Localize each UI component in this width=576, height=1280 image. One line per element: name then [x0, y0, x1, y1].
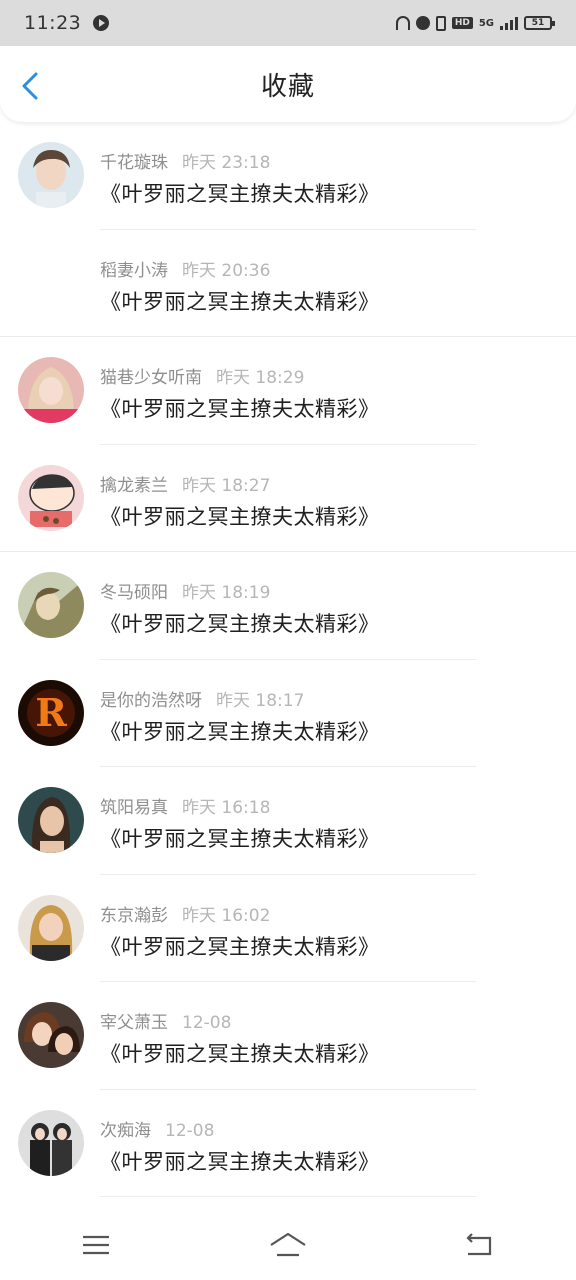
- item-content[interactable]: 《叶罗丽之冥主撩夫太精彩》: [100, 1038, 380, 1068]
- avatar[interactable]: [18, 572, 84, 638]
- alarm-icon: [415, 16, 430, 30]
- item-time: 昨天 20:36: [182, 260, 271, 281]
- item-meta: 千花璇珠 昨天 23:18: [100, 148, 270, 173]
- back-nav-button[interactable]: [450, 1225, 510, 1265]
- system-nav-bar: [0, 1210, 576, 1280]
- home-button[interactable]: [258, 1225, 318, 1265]
- item-content[interactable]: 《叶罗丽之冥主撩夫太精彩》: [100, 1146, 380, 1176]
- item-content[interactable]: 《叶罗丽之冥主撩夫太精彩》: [100, 823, 380, 853]
- user-name[interactable]: 冬马硕阳: [100, 583, 168, 603]
- media-play-icon: [93, 15, 110, 31]
- back-icon: [466, 1233, 492, 1256]
- item-content[interactable]: 《叶罗丽之冥主撩夫太精彩》: [100, 608, 380, 638]
- avatar[interactable]: R: [18, 679, 84, 746]
- avatar[interactable]: [18, 142, 84, 208]
- item-content[interactable]: 《叶罗丽之冥主撩夫太精彩》: [100, 716, 380, 746]
- item-meta: 冬马硕阳 昨天 18:19: [100, 578, 270, 603]
- user-name[interactable]: 次痴海: [100, 1121, 151, 1141]
- avatar[interactable]: [18, 1002, 84, 1068]
- avatar[interactable]: [18, 1109, 84, 1176]
- item-time: 12-08: [182, 1013, 232, 1033]
- hd-icon: HD: [451, 17, 473, 29]
- item-meta: 宰父萧玉 12-08: [100, 1008, 231, 1033]
- svg-text:R: R: [35, 690, 67, 735]
- vibrate-icon: [435, 15, 446, 31]
- item-meta: 东京瀚彭 昨天 16:02: [100, 901, 270, 926]
- avatar[interactable]: [18, 249, 84, 316]
- list-item[interactable]: 筑阳易真 昨天 16:18 《叶罗丽之冥主撩夫太精彩》: [0, 767, 576, 875]
- avatar[interactable]: [18, 357, 84, 423]
- status-time: 11:23: [24, 12, 82, 34]
- item-meta: 稻妻小涛 昨天 20:36: [100, 256, 270, 281]
- user-name[interactable]: 稻妻小涛: [100, 261, 168, 281]
- menu-button[interactable]: [66, 1225, 126, 1265]
- item-time: 昨天 18:27: [182, 475, 271, 496]
- status-bar: 11:23 HD 5G 51: [0, 0, 576, 46]
- item-content[interactable]: 《叶罗丽之冥主撩夫太精彩》: [100, 178, 380, 208]
- battery-icon: 51: [524, 16, 555, 30]
- list-item[interactable]: 千花璇珠 昨天 23:18 《叶罗丽之冥主撩夫太精彩》: [0, 122, 576, 230]
- item-meta: 是你的浩然呀 昨天 18:17: [100, 686, 304, 711]
- item-time: 昨天 16:02: [182, 905, 271, 926]
- item-time: 昨天 18:19: [182, 583, 271, 603]
- item-time: 昨天 23:18: [182, 153, 271, 173]
- item-time: 昨天 18:17: [216, 690, 305, 711]
- nav-bar: 收藏: [0, 46, 576, 122]
- item-meta: 猫巷少女听南 昨天 18:29: [100, 363, 304, 388]
- divider: [100, 1196, 476, 1197]
- user-name[interactable]: 宰父萧玉: [100, 1013, 168, 1033]
- item-content[interactable]: 《叶罗丽之冥主撩夫太精彩》: [100, 501, 380, 531]
- favorites-list: 千花璇珠 昨天 23:18 《叶罗丽之冥主撩夫太精彩》 稻妻小涛 昨天 20:36 …: [0, 122, 576, 1197]
- list-item[interactable]: 猫巷少女听南 昨天 18:29 《叶罗丽之冥主撩夫太精彩》: [0, 337, 576, 445]
- user-name[interactable]: 是你的浩然呀: [100, 691, 202, 711]
- list-item[interactable]: 宰父萧玉 12-08 《叶罗丽之冥主撩夫太精彩》: [0, 982, 576, 1090]
- avatar[interactable]: [18, 464, 84, 531]
- list-item[interactable]: R 是你的浩然呀 昨天 18:17 《叶罗丽之冥主撩夫太精彩》: [0, 660, 576, 767]
- item-content[interactable]: 《叶罗丽之冥主撩夫太精彩》: [100, 286, 380, 316]
- avatar[interactable]: [18, 787, 84, 853]
- item-content[interactable]: 《叶罗丽之冥主撩夫太精彩》: [100, 931, 380, 961]
- list-item[interactable]: 东京瀚彭 昨天 16:02 《叶罗丽之冥主撩夫太精彩》: [0, 875, 576, 982]
- item-time: 12-08: [165, 1120, 215, 1141]
- home-icon: [270, 1232, 306, 1257]
- item-meta: 次痴海 12-08: [100, 1116, 214, 1141]
- signal-icon: [500, 16, 518, 30]
- status-icons: HD 5G 51: [395, 15, 555, 31]
- item-content[interactable]: 《叶罗丽之冥主撩夫太精彩》: [100, 393, 380, 423]
- user-name[interactable]: 筑阳易真: [100, 798, 168, 818]
- list-item[interactable]: 擒龙素兰 昨天 18:27 《叶罗丽之冥主撩夫太精彩》: [0, 445, 576, 552]
- avatar[interactable]: [18, 894, 84, 961]
- chevron-left-icon: [22, 72, 38, 100]
- item-meta: 擒龙素兰 昨天 18:27: [100, 471, 270, 496]
- list-item[interactable]: 次痴海 12-08 《叶罗丽之冥主撩夫太精彩》: [0, 1090, 576, 1197]
- user-name[interactable]: 擒龙素兰: [100, 476, 168, 496]
- user-name[interactable]: 东京瀚彭: [100, 906, 168, 926]
- page-title: 收藏: [260, 71, 315, 102]
- headphones-icon: [395, 16, 410, 30]
- item-time: 昨天 16:18: [182, 798, 271, 818]
- back-button[interactable]: [18, 70, 46, 102]
- item-time: 昨天 18:29: [216, 368, 305, 388]
- network-label: 5G: [478, 17, 494, 29]
- list-item[interactable]: 稻妻小涛 昨天 20:36 《叶罗丽之冥主撩夫太精彩》: [0, 230, 576, 337]
- list-item[interactable]: 冬马硕阳 昨天 18:19 《叶罗丽之冥主撩夫太精彩》: [0, 552, 576, 660]
- menu-icon: [83, 1235, 109, 1255]
- user-name[interactable]: 千花璇珠: [100, 153, 168, 173]
- item-meta: 筑阳易真 昨天 16:18: [100, 793, 270, 818]
- user-name[interactable]: 猫巷少女听南: [100, 368, 202, 388]
